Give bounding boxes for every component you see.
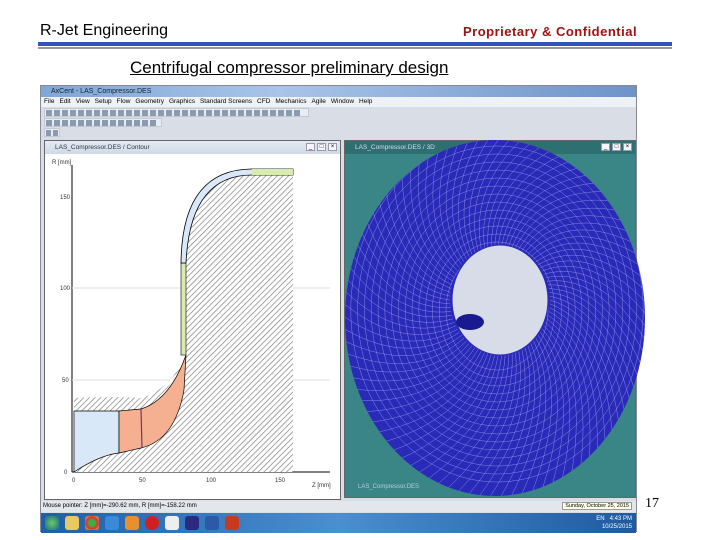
x-tick: 0 xyxy=(72,478,76,484)
meridional-plot: R [mm] Z [mm] 0 50 100 150 0 50 100 150 xyxy=(52,160,331,489)
y-tick: 50 xyxy=(62,378,69,384)
y-axis-label: R [mm] xyxy=(52,160,72,166)
x-tick: 100 xyxy=(206,478,217,484)
exit-strip xyxy=(252,169,293,175)
y-tick: 150 xyxy=(60,195,71,201)
page-number: 17 xyxy=(645,496,659,511)
impeller-solid xyxy=(186,175,293,472)
x-tick: 150 xyxy=(275,478,286,484)
impeller-eye xyxy=(451,244,549,356)
view3d-caption: LAS_Compressor.DES xyxy=(358,484,419,490)
diffuser-strip xyxy=(180,262,187,356)
impeller-3d-view: LAS_Compressor.DES xyxy=(345,140,645,496)
y-tick: 0 xyxy=(64,470,68,476)
y-tick: 100 xyxy=(60,286,71,292)
x-tick: 50 xyxy=(139,478,146,484)
hub-nose xyxy=(456,314,484,330)
x-axis-label: Z [mm] xyxy=(312,483,331,489)
plots-overlay: R [mm] Z [mm] 0 50 100 150 0 50 100 150 … xyxy=(52,140,645,496)
